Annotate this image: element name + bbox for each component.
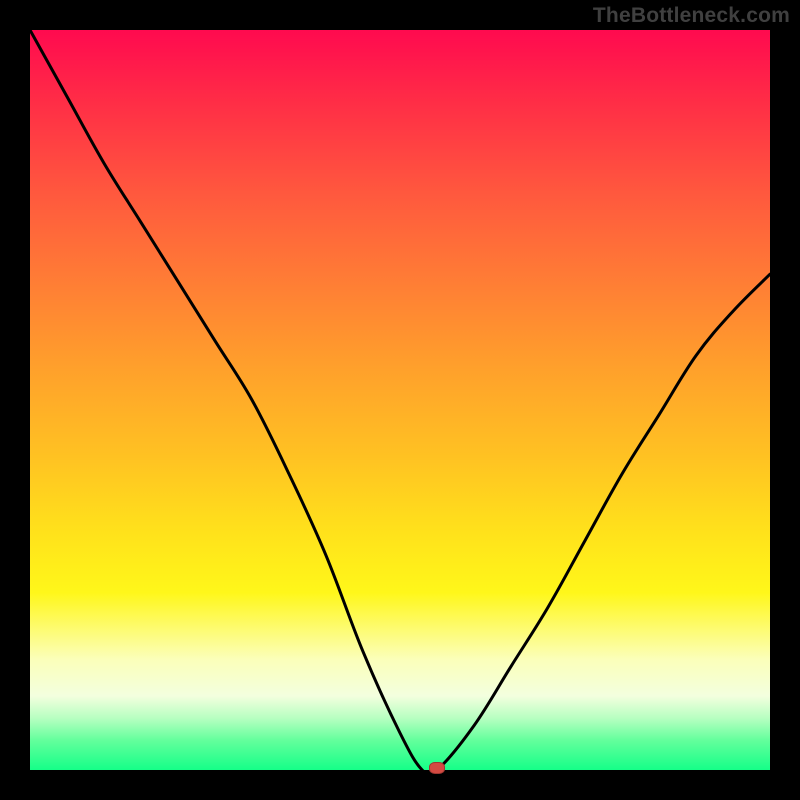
bottleneck-curve (30, 30, 770, 770)
chart-frame: TheBottleneck.com (0, 0, 800, 800)
plot-area (30, 30, 770, 770)
watermark-label: TheBottleneck.com (593, 4, 790, 28)
optimal-point-marker (429, 762, 445, 774)
